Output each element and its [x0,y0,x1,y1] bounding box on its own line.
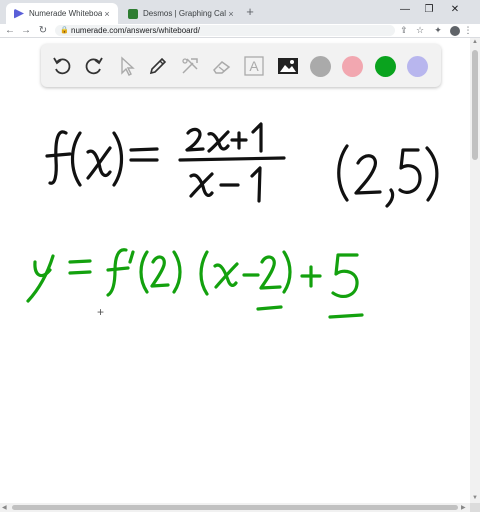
image-icon[interactable] [277,55,299,77]
address-bar-row: ← → ↻ 🔒 numerade.com/answers/whiteboard/… [0,24,480,38]
url-text: numerade.com/answers/whiteboard/ [71,26,200,35]
profile-avatar[interactable] [450,26,460,36]
handwritten-point [337,144,439,208]
extensions-icon[interactable]: ✦ [432,24,444,37]
handwritten-function-definition [45,122,286,203]
horizontal-scroll-thumb[interactable] [12,505,458,510]
vertical-scroll-thumb[interactable] [472,50,478,160]
menu-kebab-icon[interactable]: ⋮ [462,24,474,37]
scroll-down-icon[interactable]: ▼ [472,495,478,501]
desmos-favicon-icon [128,8,138,19]
lock-icon: 🔒 [60,27,69,34]
scroll-up-icon[interactable]: ▲ [472,39,478,45]
scroll-left-icon[interactable]: ◀ [2,504,7,511]
color-swatch-gray[interactable] [310,56,331,77]
color-swatch-pink[interactable] [342,56,363,77]
color-swatch-lavender[interactable] [407,56,428,77]
whiteboard-canvas[interactable] [0,88,470,503]
tab-numerade-whiteboard[interactable]: Numerade Whiteboard × [6,3,118,24]
maximize-icon[interactable]: ❐ [420,4,438,15]
tools-icon[interactable] [179,55,201,77]
pen-icon[interactable] [147,55,169,77]
text-icon[interactable]: A [243,55,265,77]
text-tool-label: A [249,58,259,74]
minimize-icon[interactable]: — [396,4,414,15]
pointer-icon[interactable] [115,55,137,77]
crosshair-cursor: + [97,305,105,319]
handwritten-tangent-line-equation [26,248,364,319]
share-icon[interactable]: ⇪ [398,24,410,37]
browser-tab-strip: Numerade Whiteboard × Desmos | Graphing … [0,0,480,24]
bookmark-star-icon[interactable]: ☆ [414,24,426,37]
vertical-scrollbar[interactable]: ▲ ▼ [470,38,480,504]
color-swatch-green[interactable] [375,56,396,77]
reload-icon[interactable]: ↻ [37,24,49,37]
new-tab-button[interactable]: + [243,5,257,19]
horizontal-scrollbar[interactable]: ◀ ▶ [0,503,470,512]
tab-desmos[interactable]: Desmos | Graphing Calculator × [120,3,242,24]
window-close-icon[interactable]: ✕ [446,4,464,15]
forward-icon[interactable]: → [20,24,32,37]
url-field[interactable]: 🔒 numerade.com/answers/whiteboard/ [55,25,395,36]
tab-title: Desmos | Graphing Calculator [143,9,226,18]
tab-title: Numerade Whiteboard [29,9,102,18]
close-tab-icon[interactable]: × [226,9,236,19]
undo-icon[interactable] [51,55,73,77]
redo-icon[interactable] [83,55,105,77]
whiteboard-toolbar: A [41,44,441,87]
eraser-icon[interactable] [211,55,233,77]
close-tab-icon[interactable]: × [102,9,112,19]
numerade-favicon-icon [14,8,24,19]
scrollbar-corner [470,503,480,512]
back-icon[interactable]: ← [4,24,16,37]
scroll-right-icon[interactable]: ▶ [461,504,466,511]
